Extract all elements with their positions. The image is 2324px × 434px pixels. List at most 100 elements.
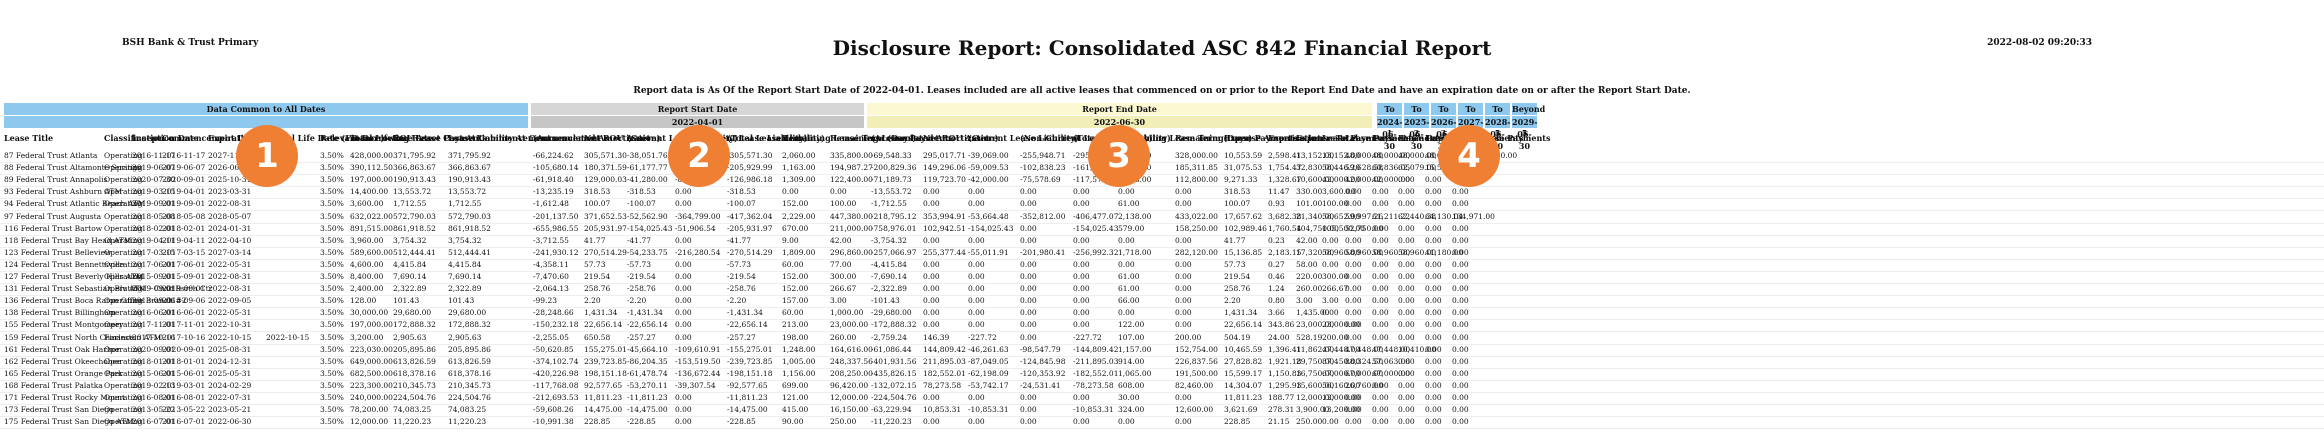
- table-cell: 42.00: [830, 235, 852, 245]
- table-cell: -117,768.08: [533, 380, 579, 390]
- table-cell: -10,991.38: [533, 417, 574, 427]
- table-cell: 0.00: [675, 405, 692, 415]
- table-cell: 123 Federal Trust Belleview: [4, 247, 112, 257]
- table-cell: 42.00: [1296, 235, 1318, 245]
- table-cell: 0.00: [675, 308, 692, 318]
- table-cell: 2016-08-01: [162, 393, 206, 402]
- table-cell: 371,795.92: [393, 151, 436, 160]
- table-cell: 3.66: [1268, 308, 1285, 318]
- table-cell: 10,465.59: [1224, 344, 1263, 354]
- table-cell: 0.00: [1372, 320, 1389, 330]
- table-cell: -257.27: [627, 332, 656, 342]
- table-cell: 260.00: [830, 332, 857, 342]
- table-cell: 250.00: [830, 417, 857, 427]
- table-cell: 2024-12-31: [208, 356, 252, 366]
- table-cell: 0.00: [1425, 320, 1442, 330]
- table-cell: 0.00: [1118, 235, 1135, 245]
- table-cell: 2018-05-08: [162, 211, 206, 221]
- report-timestamp: 2022-08-02 09:20:33: [1987, 38, 2092, 48]
- table-cell: 107.00: [1118, 332, 1145, 342]
- table-cell: 0.00: [1118, 259, 1135, 269]
- table-cell: 0.00: [1345, 284, 1362, 294]
- table-cell: 0.00: [1425, 393, 1442, 402]
- table-cell: -154,025.43: [968, 223, 1014, 233]
- table-cell: 0.00: [1175, 308, 1192, 318]
- table-cell: 0.00: [1372, 259, 1389, 269]
- table-cell: 0.00: [1372, 235, 1389, 245]
- table-cell: 0.00: [675, 187, 692, 197]
- table-cell: -7,470.60: [533, 272, 569, 281]
- table-cell: -258.76: [727, 284, 756, 294]
- table-cell: 0.00: [968, 296, 985, 306]
- table-cell: 0.00: [1398, 405, 1415, 415]
- table-cell: -78,273.58: [1073, 380, 1114, 390]
- table-cell: 198,151.18: [584, 368, 627, 378]
- table-cell: 0.00: [1398, 259, 1415, 269]
- table-cell: 210,345.73: [393, 380, 436, 390]
- year-column-label: To Date 1: [1377, 103, 1402, 138]
- table-cell: -3,712.55: [533, 235, 569, 245]
- table-cell: 2022-10-15: [266, 332, 310, 342]
- table-cell: 9.00: [782, 235, 799, 245]
- table-cell: 0.00: [923, 320, 940, 330]
- table-cell: 0.00: [1175, 296, 1192, 306]
- table-cell: -352,812.00: [1020, 211, 1066, 221]
- table-cell: 0.00: [923, 235, 940, 245]
- table-cell: 14,475.00: [584, 405, 623, 415]
- table-cell: -39,307.54: [675, 380, 716, 390]
- table-cell: 0.00: [1425, 344, 1442, 354]
- table-cell: 3.50%: [320, 151, 344, 160]
- table-cell: 0.00: [1398, 368, 1415, 378]
- table-cell: -57.73: [727, 259, 752, 269]
- table-cell: 116 Federal Trust Bartow: [4, 223, 103, 233]
- table-cell: 266.67: [830, 284, 857, 294]
- table-cell: -200,829.36: [871, 163, 917, 173]
- table-cell: -4,415.84: [871, 259, 907, 269]
- table-cell: 77.00: [830, 259, 852, 269]
- table-cell: 353,994.91: [923, 211, 966, 221]
- table-cell: 60.00: [782, 259, 804, 269]
- table-cell: -71,189.73: [871, 175, 912, 185]
- table-cell: 0.00: [1425, 356, 1442, 366]
- table-cell: 0.00: [1398, 235, 1415, 245]
- table-cell: -124,845.98: [1020, 356, 1066, 366]
- table-cell: -105,680.14: [533, 163, 579, 173]
- table-cell: 224,504.76: [393, 393, 436, 402]
- table-cell: 0.00: [1020, 235, 1037, 245]
- table-row: 175 Federal Trust San Diego ATM Operating…: [0, 415, 2324, 430]
- table-cell: 572,790.03: [393, 211, 436, 221]
- table-cell: 0.00: [923, 259, 940, 269]
- table-cell: -212,693.53: [533, 393, 579, 402]
- table-cell: 0.00: [1020, 223, 1037, 233]
- table-cell: -364,799.00: [675, 211, 721, 221]
- table-cell: 0.00: [1425, 308, 1442, 318]
- table-cell: 0.23: [1268, 235, 1285, 245]
- table-cell: 2013-09-06: [162, 296, 206, 306]
- table-cell: -305,571.30: [727, 151, 773, 160]
- table-cell: 324.00: [1118, 405, 1145, 415]
- table-cell: 149,296.06: [923, 163, 966, 173]
- table-cell: 0.00: [1372, 393, 1389, 402]
- table-cell: 3.00: [830, 296, 847, 306]
- table-cell: 1,163.00: [782, 163, 816, 173]
- table-cell: 650.58: [584, 332, 611, 342]
- table-cell: -59,608.26: [533, 405, 574, 415]
- table-cell: 0.00: [1425, 187, 1442, 197]
- table-cell: 0.00: [1398, 417, 1415, 427]
- table-cell: -655,986.55: [533, 223, 579, 233]
- table-cell: 0.00: [1398, 332, 1415, 342]
- table-cell: 0.00: [1073, 199, 1090, 209]
- table-cell: 371,795.92: [448, 151, 491, 160]
- table-cell: 0.00: [1345, 187, 1362, 197]
- table-cell: 13,553.72: [393, 187, 432, 197]
- table-cell: -92,577.65: [727, 380, 768, 390]
- table-cell: 23,000.00: [830, 320, 869, 330]
- table-cell: 415.00: [782, 405, 809, 415]
- report-title: Disclosure Report: Consolidated ASC 842 …: [832, 36, 1492, 60]
- table-cell: 11,811.23: [584, 393, 623, 402]
- table-cell: 0.00: [1073, 308, 1090, 318]
- table-cell: 2,905.63: [448, 332, 482, 342]
- year-column-label: To Date 3: [1431, 103, 1456, 138]
- table-cell: -57.73: [627, 259, 652, 269]
- table-cell: 0.00: [1398, 308, 1415, 318]
